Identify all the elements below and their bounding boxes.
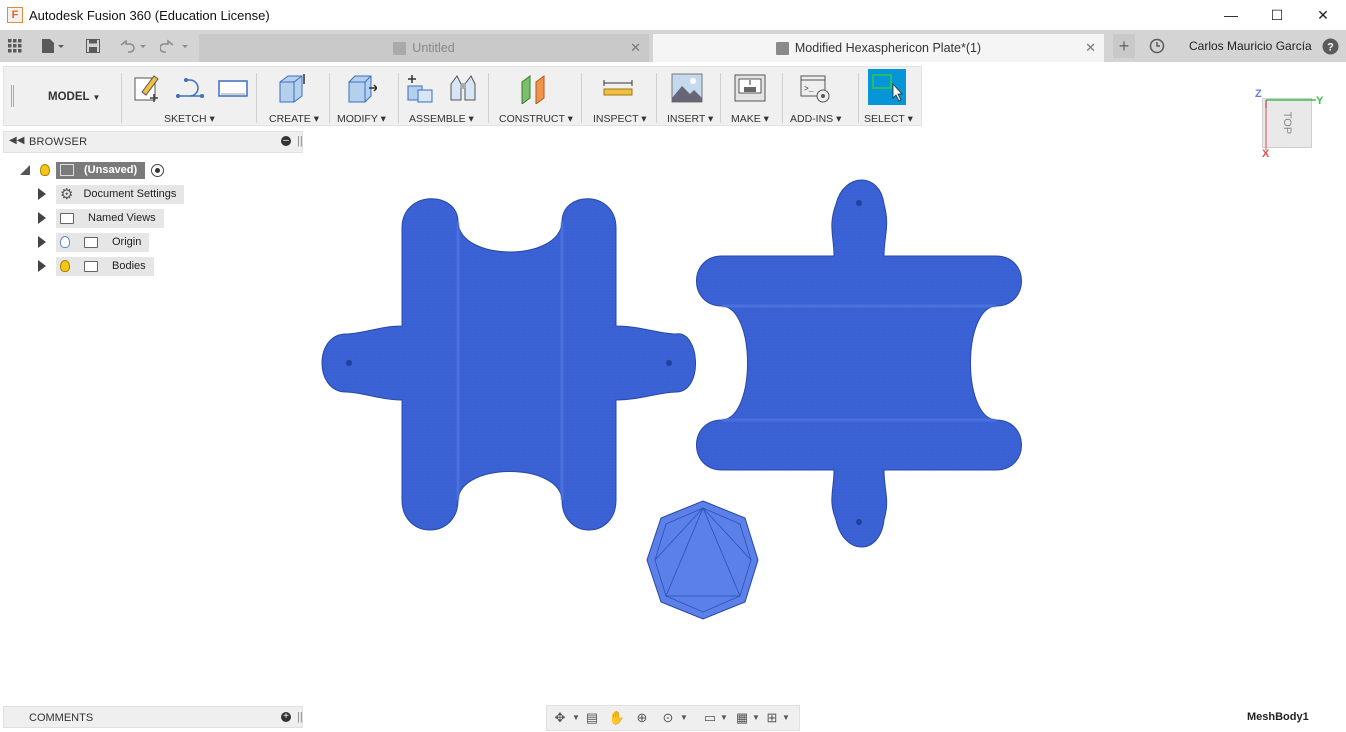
mesh-body-left[interactable] bbox=[321, 198, 696, 531]
comments-panel: COMMENTS + || bbox=[3, 706, 303, 728]
zoom-icon[interactable]: ⊕ bbox=[633, 710, 651, 726]
3d-viewport[interactable] bbox=[0, 0, 1346, 732]
comments-title: COMMENTS bbox=[29, 712, 94, 724]
zoom-dropdown-icon[interactable]: ▼ bbox=[675, 710, 693, 726]
mesh-body-hexagon[interactable] bbox=[646, 500, 759, 620]
add-comment-icon[interactable]: + bbox=[281, 712, 291, 722]
look-at-icon[interactable]: ▤ bbox=[583, 710, 601, 726]
navigation-bar: ✥ ▼ ▤ ✋ ⊕ ⊙ ▼ ▭ ▼ ▦ ▼ ⊞ ▼ bbox=[546, 705, 800, 731]
comments-pin-icon[interactable]: || bbox=[297, 711, 303, 723]
view-cube-axes bbox=[1265, 99, 1316, 150]
mesh-body-right[interactable] bbox=[696, 179, 1022, 548]
selection-status: MeshBody1 bbox=[1247, 711, 1309, 723]
pan-hand-icon[interactable]: ✋ bbox=[608, 710, 626, 726]
viewports-dropdown-icon[interactable]: ▼ bbox=[777, 710, 795, 726]
display-dropdown-icon[interactable]: ▼ bbox=[715, 710, 733, 726]
